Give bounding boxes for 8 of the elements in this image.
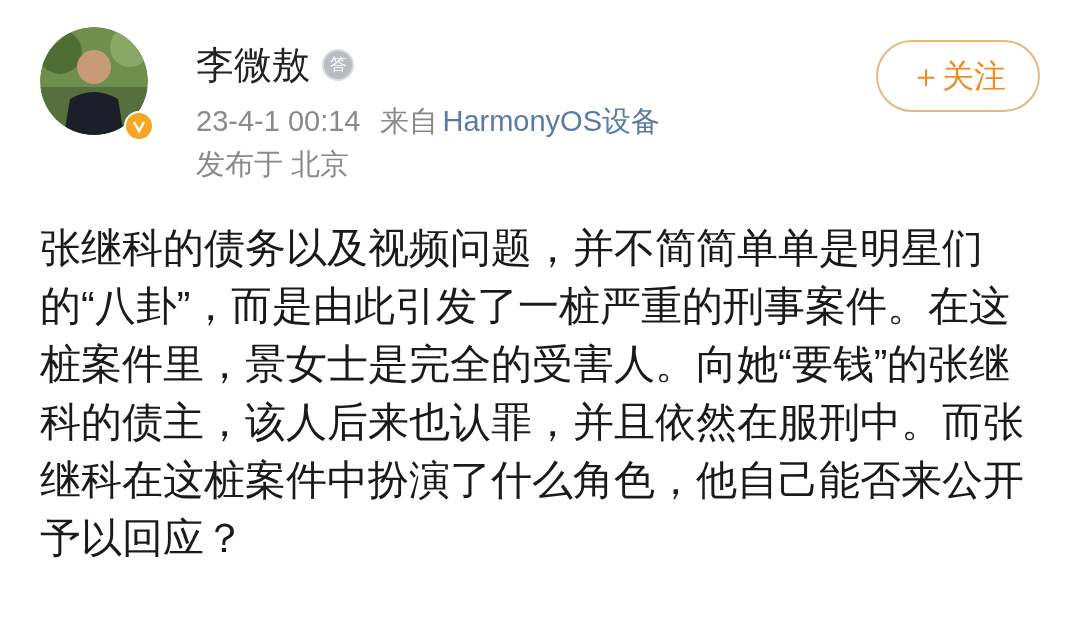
post-text: 张继科的债务以及视频问题，并不简简单单是明星们的“八卦”，而是由此引发了一桩严重的刑事案件。在这桩案件里，景女士是完全的受害人。向她“要钱”的张继科的债主，该人后来也认罪，并且依然在服刑中。而张继科在这桩案件中扮演了什么角色，他自己能否来公开予以回应？ — [40, 224, 1025, 563]
follow-button[interactable]: ＋关注 — [876, 40, 1040, 112]
post-location: 发布于 北京 — [196, 148, 350, 180]
author-name[interactable]: 李微敖 — [196, 46, 310, 84]
post-time: 23-4-1 00:14 — [196, 107, 361, 136]
medal-badge: 答 — [322, 49, 354, 81]
source-label: 来自 — [380, 107, 439, 136]
source-link[interactable]: HarmonyOS设备 — [442, 107, 660, 136]
